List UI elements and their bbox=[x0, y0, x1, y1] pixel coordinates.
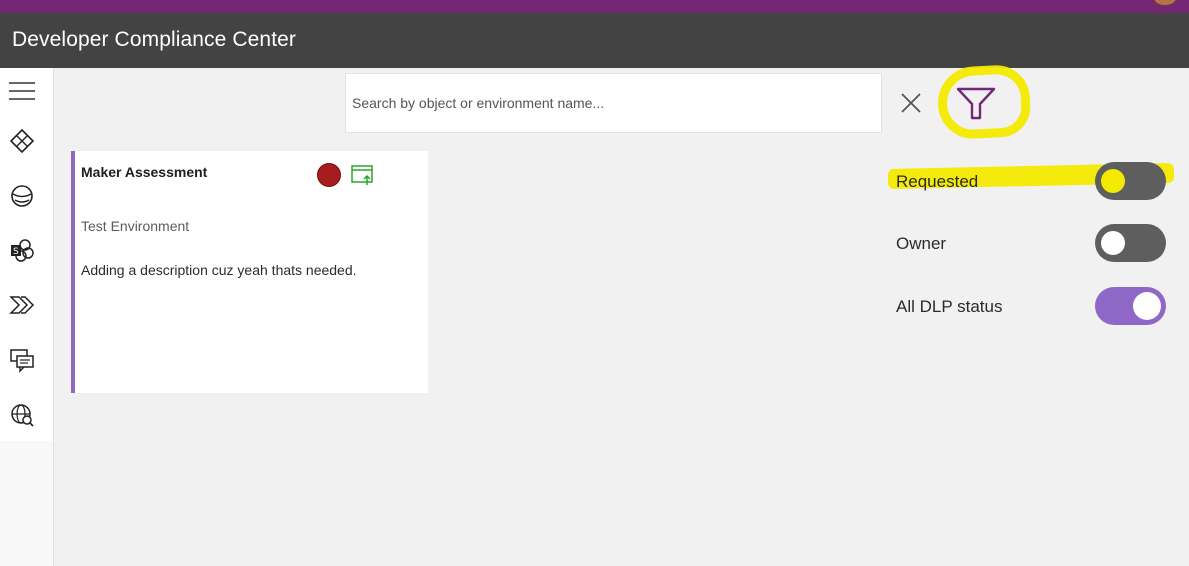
globe-search-icon bbox=[9, 402, 35, 428]
nav-item-dataverse[interactable] bbox=[4, 178, 40, 214]
nav-item-sharepoint-connectors[interactable]: S bbox=[4, 232, 40, 268]
toggle-knob bbox=[1101, 231, 1125, 255]
app-title: Developer Compliance Center bbox=[12, 28, 297, 51]
nav-item-chat-bots[interactable] bbox=[4, 342, 40, 378]
toggle-knob bbox=[1133, 292, 1161, 320]
filter-icon bbox=[953, 87, 999, 128]
left-nav-items: S bbox=[0, 68, 53, 441]
card-title: Maker Assessment bbox=[81, 164, 208, 180]
filter-button[interactable] bbox=[953, 82, 999, 124]
top-brand-strip bbox=[0, 0, 1189, 13]
user-avatar[interactable] bbox=[1153, 0, 1177, 6]
filter-label-owner: Owner bbox=[896, 234, 947, 253]
open-in-window-icon[interactable] bbox=[351, 163, 375, 187]
hamburger-menu-button[interactable] bbox=[4, 73, 40, 109]
assessment-card[interactable]: Maker Assessment Test Environment Adding… bbox=[71, 151, 428, 393]
nav-item-power-apps[interactable] bbox=[4, 123, 40, 159]
dataverse-icon bbox=[9, 183, 35, 209]
search-box bbox=[345, 73, 882, 133]
hamburger-menu-icon bbox=[8, 81, 36, 101]
close-icon bbox=[898, 93, 924, 120]
filter-row-owner: Owner bbox=[896, 224, 1166, 264]
nav-item-power-automate[interactable] bbox=[4, 287, 40, 323]
nav-item-environments[interactable] bbox=[4, 397, 40, 433]
sharepoint-connectors-icon: S bbox=[9, 237, 35, 263]
toggle-requested[interactable] bbox=[1095, 162, 1166, 200]
status-indicator bbox=[317, 163, 341, 187]
chat-bot-icon bbox=[9, 347, 35, 373]
toggle-all-dlp-status[interactable] bbox=[1095, 287, 1166, 325]
toggle-owner[interactable] bbox=[1095, 224, 1166, 262]
filter-row-requested: Requested bbox=[896, 162, 1166, 202]
card-description: Adding a description cuz yeah thats need… bbox=[81, 262, 357, 278]
app-header: Developer Compliance Center bbox=[0, 13, 1189, 68]
left-nav-rail: S bbox=[0, 68, 54, 566]
card-environment: Test Environment bbox=[81, 218, 190, 234]
filter-label-all-dlp-status: All DLP status bbox=[896, 297, 1003, 316]
clear-search-button[interactable] bbox=[898, 90, 924, 116]
power-apps-icon bbox=[9, 128, 35, 154]
filter-row-all-dlp-status: All DLP status bbox=[896, 287, 1166, 327]
filter-label-requested: Requested bbox=[896, 172, 979, 191]
search-input[interactable] bbox=[346, 74, 881, 132]
toggle-knob bbox=[1101, 169, 1125, 193]
power-automate-icon bbox=[9, 292, 35, 318]
svg-text:S: S bbox=[13, 247, 19, 257]
